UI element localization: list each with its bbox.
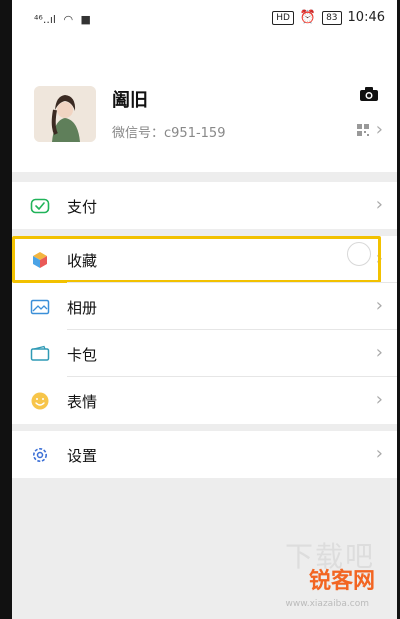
wechat-pay-icon: [30, 198, 50, 214]
emoji-smile-icon: [31, 392, 49, 410]
profile-name: 阖旧: [112, 90, 148, 111]
battery-indicator: 83: [322, 10, 342, 25]
menu-item-favorites[interactable]: 收藏 ›: [12, 236, 397, 283]
menu-label-settings: 设置: [67, 447, 98, 465]
avatar[interactable]: [34, 86, 96, 142]
signal-indicator: ⁴⁶..ıl ◠ ■: [34, 13, 91, 26]
menu-label-emoji: 表情: [67, 393, 98, 411]
qr-code-icon[interactable]: [357, 124, 369, 136]
notification-square-icon: ■: [80, 13, 91, 26]
menu-label-album: 相册: [67, 299, 98, 317]
watermark-brand: 锐客网: [308, 569, 375, 594]
chevron-right-icon: ›: [375, 342, 383, 363]
profile-card[interactable]: 阖旧 微信号：c951-159 ›: [12, 40, 397, 172]
menu-item-settings[interactable]: 设置 ›: [12, 431, 397, 478]
wifi-icon: ◠: [63, 13, 74, 26]
menu-item-card-wallet[interactable]: 卡包 ›: [12, 330, 397, 377]
status-bar: ⁴⁶..ıl ◠ ■ HD ⏰ 83 10:46: [12, 0, 397, 40]
highlight-box: [12, 236, 381, 283]
watermark: 下载吧 锐客网 www.xiazaiba.com: [267, 540, 387, 611]
chevron-right-icon: ›: [375, 389, 383, 410]
chevron-right-icon: ›: [375, 443, 383, 464]
main-menu-group: 收藏 › 相册 › 卡包 › 表情 ›: [12, 236, 397, 424]
alarm-icon: ⏰: [299, 10, 317, 25]
camera-icon[interactable]: [359, 86, 379, 102]
menu-label-pay: 支付: [67, 198, 98, 216]
menu-item-album[interactable]: 相册 ›: [12, 283, 397, 330]
settings-group: 设置 ›: [12, 431, 397, 478]
status-right: HD ⏰ 83 10:46: [272, 10, 385, 25]
time: 10:46: [347, 10, 385, 25]
settings-gear-icon: [33, 448, 47, 462]
card-wallet-icon: [30, 345, 50, 361]
signal-text: ⁴⁶..ıl: [34, 13, 56, 26]
wechat-me-screen: ⁴⁶..ıl ◠ ■ HD ⏰ 83 10:46 阖旧 微信号：c951-159…: [12, 0, 397, 619]
menu-label-card-wallet: 卡包: [67, 346, 98, 364]
chevron-right-icon: ›: [375, 119, 383, 140]
pay-group: 支付 ›: [12, 182, 397, 229]
menu-item-emoji[interactable]: 表情 ›: [12, 377, 397, 424]
menu-item-pay[interactable]: 支付 ›: [12, 182, 397, 229]
watermark-domain: www.xiazaiba.com: [285, 599, 369, 609]
wechat-id: 微信号：c951-159: [112, 126, 226, 141]
chevron-right-icon: ›: [375, 295, 383, 316]
album-icon: [30, 299, 50, 315]
hd-badge: HD: [272, 10, 294, 25]
chevron-right-icon: ›: [375, 194, 383, 215]
